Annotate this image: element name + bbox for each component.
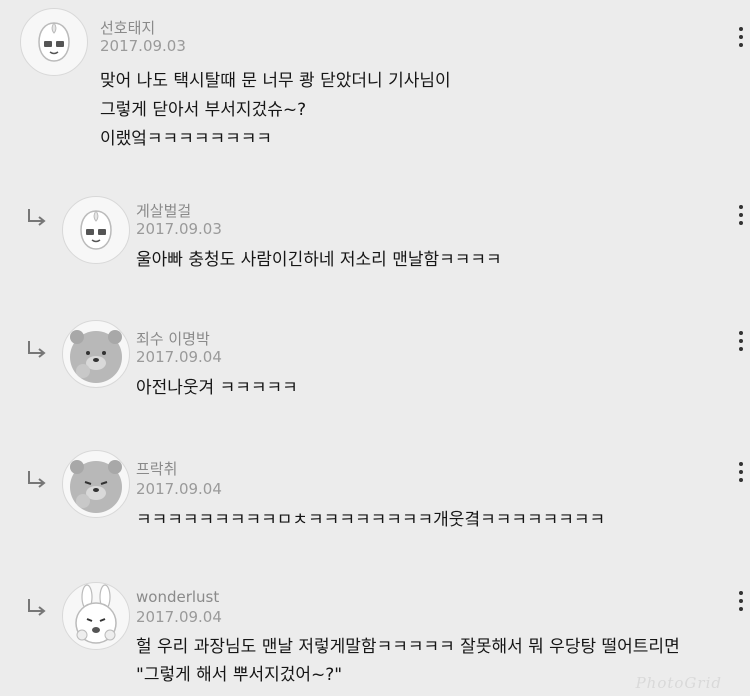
- comment-username[interactable]: 선호태지: [100, 17, 155, 38]
- more-options-icon[interactable]: [730, 324, 750, 358]
- peach-avatar[interactable]: [62, 196, 130, 264]
- comment-date: 2017.09.04: [136, 348, 222, 366]
- comment-date: 2017.09.04: [136, 608, 222, 626]
- comment-body-line: ㅋㅋㅋㅋㅋㅋㅋㅋㅋㅁㅊㅋㅋㅋㅋㅋㅋㅋㅋ개웃곀ㅋㅋㅋㅋㅋㅋㅋㅋ: [136, 510, 606, 530]
- comment-body-line: 맞어 나도 택시탈때 문 너무 쾅 닫았더니 기사님이: [100, 71, 451, 91]
- reply-arrow-icon: [28, 599, 46, 616]
- comment-date: 2017.09.03: [100, 37, 186, 55]
- comment-body-line: 이랬엌ㅋㅋㅋㅋㅋㅋㅋㅋ: [100, 129, 273, 149]
- comment-date: 2017.09.03: [136, 220, 222, 238]
- peach-avatar[interactable]: [20, 8, 88, 76]
- comment-body-line: 울아빠 충청도 사람이긴하네 저소리 맨날함ㅋㅋㅋㅋ: [136, 250, 502, 270]
- more-options-icon[interactable]: [730, 198, 750, 232]
- comment-username[interactable]: 게살벌걸: [136, 200, 191, 221]
- comment-body-line: 아전나웃겨 ㅋㅋㅋㅋㅋ: [136, 378, 298, 398]
- bear-avatar[interactable]: [62, 450, 130, 518]
- more-options-icon[interactable]: [730, 455, 750, 489]
- reply-arrow-icon: [28, 341, 46, 358]
- more-options-icon[interactable]: [730, 20, 750, 54]
- comment-date: 2017.09.04: [136, 480, 222, 498]
- comment-body-line: 그렇게 닫아서 부서지겄슈~?: [100, 100, 307, 120]
- bear-avatar[interactable]: [62, 320, 130, 388]
- comment-body-line: 헐 우리 과장님도 맨날 저렇게말함ㅋㅋㅋㅋㅋ 잘못해서 뭐 우당탕 떨어트리면: [136, 637, 680, 657]
- more-options-icon[interactable]: [730, 584, 750, 618]
- watermark: PhotoGrid: [635, 674, 722, 692]
- comment-username[interactable]: 죄수 이명박: [136, 328, 210, 349]
- comment-username[interactable]: wonderlust: [136, 588, 219, 606]
- reply-arrow-icon: [28, 471, 46, 488]
- comment-username[interactable]: 프락취: [136, 458, 177, 479]
- comment-body-line: "그렇게 해서 뿌서지겄어~?": [136, 665, 343, 685]
- rabbit-avatar[interactable]: [62, 582, 130, 650]
- reply-arrow-icon: [28, 209, 46, 226]
